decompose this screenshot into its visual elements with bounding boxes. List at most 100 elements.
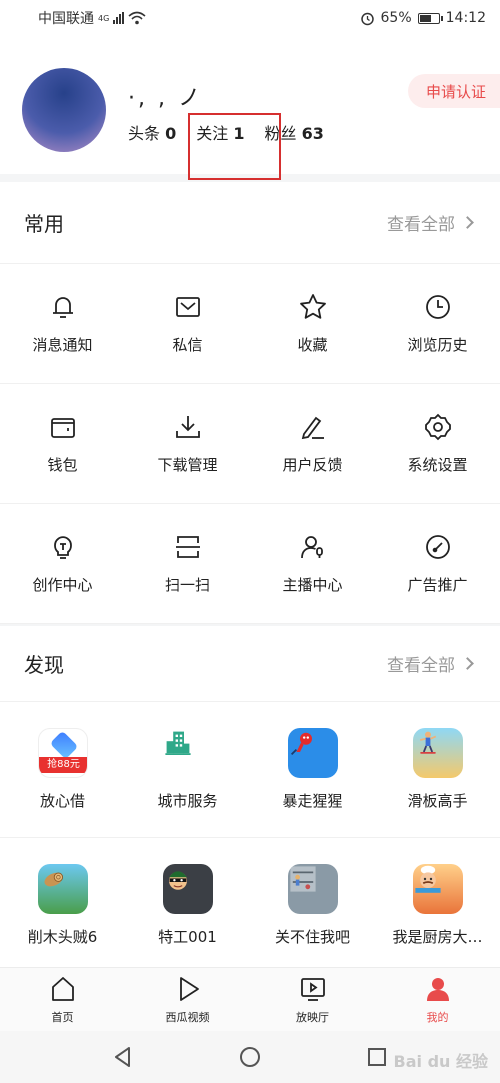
discover-item-game-escape[interactable]: 关不住我吧 [250,838,375,974]
see-all-label: 查看全部 [387,215,455,235]
wifi-icon [128,11,146,25]
battery-percent: 65% [380,10,412,26]
tv-icon [300,977,325,1001]
wallet-icon [50,418,75,438]
chevron-right-icon [461,216,474,229]
item-label: 我是厨房大… [392,928,483,946]
tab-label: 放映厅 [296,1010,329,1024]
profile-header: ·, , ノ 头条 0 关注 1 粉丝 63 申请认证 [0,36,500,180]
discover-item-game-skateboard[interactable]: 滑板高手 [375,702,500,838]
mail-icon [175,297,200,317]
star-icon [299,294,326,319]
game-skateboard-icon [412,728,463,778]
gauge-icon [425,535,450,559]
discover-item-game-wood[interactable]: 削木头贼6 [0,838,125,974]
bell-icon [52,297,73,318]
discover-grid: 抢88元 放心借 城市服务 暴走猩猩 滑板高手 削木头贼6 特工001 关不住我… [0,702,500,974]
city-service-icon [162,728,213,778]
game-ape-icon [287,728,338,778]
tab-home[interactable]: 首页 [0,968,125,1031]
status-left: 中国联通 4G [38,8,146,28]
apply-verification-button[interactable]: 申请认证 [407,74,500,108]
game-wood-icon [37,864,88,914]
common-item-creator-center[interactable]: 创作中心 [0,504,125,624]
item-label: 浏览历史 [407,336,468,354]
scan-icon [175,536,200,558]
avatar[interactable] [22,68,106,152]
tab-mine[interactable]: 我的 [375,968,500,1031]
bottom-tab-bar: 首页 西瓜视频 放映厅 我的 [0,967,500,1031]
carrier-name: 中国联通 [38,11,94,27]
item-label: 扫一扫 [164,576,210,594]
stat-label: 头条 [128,124,161,143]
status-right: 65% 14:12 [360,10,486,26]
common-item-history[interactable]: 浏览历史 [375,264,500,384]
item-label: 放心借 [39,792,85,810]
home-icon [51,976,74,1001]
discover-title: 发现 [24,653,64,677]
common-item-messages[interactable]: 私信 [125,264,250,384]
recents-icon[interactable] [365,1045,389,1069]
tab-xigua-video[interactable]: 西瓜视频 [125,968,250,1031]
common-grid: 消息通知 私信 收藏 浏览历史 钱包 下载管理 用户反馈 系统设置 创作中心 扫… [0,264,500,624]
loan-app-icon: 抢88元 [37,728,88,778]
tab-screening-hall[interactable]: 放映厅 [250,968,375,1031]
common-item-ad-promotion[interactable]: 广告推广 [375,504,500,624]
discover-item-game-ape[interactable]: 暴走猩猩 [250,702,375,838]
battery-fill [419,14,431,22]
stat-value: 0 [165,124,177,143]
username[interactable]: ·, , ノ [128,80,203,112]
discover-header: 发现 查看全部 [0,626,500,702]
watermark: Bai du 经验 [393,1052,488,1071]
common-item-wallet[interactable]: 钱包 [0,384,125,504]
discover-item-game-agent[interactable]: 特工001 [125,838,250,974]
loan-badge: 抢88元 [38,757,87,773]
item-label: 主播中心 [282,576,343,594]
common-item-downloads[interactable]: 下载管理 [125,384,250,504]
common-see-all-link[interactable]: 查看全部 [387,210,474,235]
common-item-feedback[interactable]: 用户反馈 [250,384,375,504]
item-label: 私信 [172,336,203,354]
common-header: 常用 查看全部 [0,182,500,264]
common-item-scan[interactable]: 扫一扫 [125,504,250,624]
alarm-icon [360,12,374,25]
item-label: 暴走猩猩 [282,792,343,810]
common-item-favorites[interactable]: 收藏 [250,264,375,384]
game-escape-icon [287,864,338,914]
discover-see-all-link[interactable]: 查看全部 [387,651,474,676]
discover-item-loan[interactable]: 抢88元 放心借 [0,702,125,838]
tab-label: 我的 [426,1010,449,1024]
item-label: 系统设置 [407,456,468,474]
highlight-box [188,113,281,180]
download-icon [175,416,200,438]
clock-icon [425,295,450,319]
common-title: 常用 [24,212,64,236]
item-label: 收藏 [297,336,328,354]
profile-icon [426,977,449,1001]
clock-time: 14:12 [445,10,486,26]
chevron-right-icon [461,657,474,670]
item-label: 用户反馈 [282,456,343,474]
item-label: 消息通知 [32,336,93,354]
item-label: 滑板高手 [407,792,468,810]
discover-item-city-service[interactable]: 城市服务 [125,702,250,838]
common-item-streamer-center[interactable]: 主播中心 [250,504,375,624]
item-label: 城市服务 [157,792,218,810]
tab-label: 首页 [51,1010,74,1024]
common-item-settings[interactable]: 系统设置 [375,384,500,504]
home-circle-icon[interactable] [238,1045,262,1069]
loan-logo-shape [49,730,78,760]
discover-section: 发现 查看全部 抢88元 放心借 城市服务 暴走猩猩 滑板高手 削木头贼6 特工… [0,626,500,974]
common-section: 常用 查看全部 消息通知 私信 收藏 浏览历史 钱包 下载管理 用户反馈 系统设… [0,182,500,624]
item-label: 下载管理 [157,456,218,474]
item-label: 削木头贼6 [27,928,98,946]
back-icon[interactable] [111,1045,135,1069]
stat-value: 63 [301,124,324,143]
item-label: 钱包 [47,456,78,474]
tab-label: 西瓜视频 [165,1010,210,1024]
item-label: 特工001 [158,928,217,946]
discover-item-game-chef[interactable]: 我是厨房大… [375,838,500,974]
item-label: 关不住我吧 [274,928,350,946]
stat-toutiao[interactable]: 头条 0 [128,120,176,144]
common-item-notifications[interactable]: 消息通知 [0,264,125,384]
